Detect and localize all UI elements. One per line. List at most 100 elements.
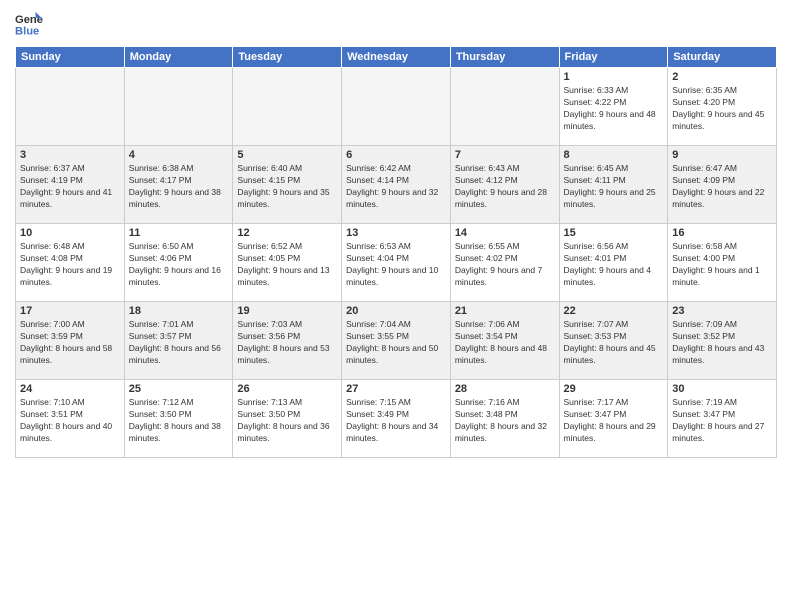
calendar-day-cell: 30 Sunrise: 7:19 AMSunset: 3:47 PMDayligh… (668, 380, 777, 458)
weekday-header: Saturday (668, 47, 777, 68)
day-number: 17 (20, 305, 120, 317)
calendar-day-cell: 8 Sunrise: 6:45 AMSunset: 4:11 PMDaylight… (559, 146, 668, 224)
calendar-day-cell: 24Sunrise: 7:10 AMSunset: 3:51 PMDayligh… (16, 380, 125, 458)
day-number: 5 (237, 149, 337, 161)
calendar-day-cell: 7 Sunrise: 6:43 AMSunset: 4:12 PMDaylight… (450, 146, 559, 224)
logo-icon: General Blue (15, 10, 43, 38)
calendar-day-cell: 9 Sunrise: 6:47 AMSunset: 4:09 PMDaylight… (668, 146, 777, 224)
day-info: Sunrise: 6:45 AMSunset: 4:11 PMDaylight:… (564, 163, 664, 211)
weekday-header: Thursday (450, 47, 559, 68)
day-number: 2 (672, 71, 772, 83)
day-info: Sunrise: 7:16 AMSunset: 3:48 PMDaylight:… (455, 397, 555, 445)
calendar-day-cell: 20Sunrise: 7:04 AMSunset: 3:55 PMDayligh… (342, 302, 451, 380)
day-info: Sunrise: 7:07 AMSunset: 3:53 PMDaylight:… (564, 319, 664, 367)
day-number: 1 (564, 71, 664, 83)
calendar-header-row: SundayMondayTuesdayWednesdayThursdayFrid… (16, 47, 777, 68)
day-info: Sunrise: 6:37 AMSunset: 4:19 PMDaylight:… (20, 163, 120, 211)
header: General Blue (15, 10, 777, 38)
day-number: 13 (346, 227, 446, 239)
day-number: 25 (129, 383, 229, 395)
calendar-day-cell: 13 Sunrise: 6:53 AMSunset: 4:04 PMDayligh… (342, 224, 451, 302)
calendar-day-cell: 19 Sunrise: 7:03 AMSunset: 3:56 PMDayligh… (233, 302, 342, 380)
day-info: Sunrise: 6:58 AMSunset: 4:00 PMDaylight:… (672, 241, 772, 289)
day-info: Sunrise: 7:00 AMSunset: 3:59 PMDaylight:… (20, 319, 120, 367)
day-number: 7 (455, 149, 555, 161)
day-info: Sunrise: 7:12 AMSunset: 3:50 PMDaylight:… (129, 397, 229, 445)
day-info: Sunrise: 7:17 AMSunset: 3:47 PMDaylight:… (564, 397, 664, 445)
calendar-week-row: 10 Sunrise: 6:48 AMSunset: 4:08 PMDayligh… (16, 224, 777, 302)
day-info: Sunrise: 7:04 AMSunset: 3:55 PMDaylight:… (346, 319, 446, 367)
day-info: Sunrise: 6:38 AMSunset: 4:17 PMDaylight:… (129, 163, 229, 211)
day-info: Sunrise: 7:01 AMSunset: 3:57 PMDaylight:… (129, 319, 229, 367)
day-info: Sunrise: 6:42 AMSunset: 4:14 PMDaylight:… (346, 163, 446, 211)
calendar-day-cell: 15Sunrise: 6:56 AMSunset: 4:01 PMDayligh… (559, 224, 668, 302)
day-number: 8 (564, 149, 664, 161)
weekday-header: Friday (559, 47, 668, 68)
calendar-day-cell: 1 Sunrise: 6:33 AMSunset: 4:22 PMDaylight… (559, 68, 668, 146)
page: General Blue SundayMondayTuesdayWednesda… (0, 0, 792, 612)
calendar-day-cell: 10 Sunrise: 6:48 AMSunset: 4:08 PMDayligh… (16, 224, 125, 302)
day-info: Sunrise: 7:13 AMSunset: 3:50 PMDaylight:… (237, 397, 337, 445)
day-info: Sunrise: 6:47 AMSunset: 4:09 PMDaylight:… (672, 163, 772, 211)
day-number: 11 (129, 227, 229, 239)
day-number: 30 (672, 383, 772, 395)
day-number: 19 (237, 305, 337, 317)
day-number: 10 (20, 227, 120, 239)
day-number: 26 (237, 383, 337, 395)
day-info: Sunrise: 6:33 AMSunset: 4:22 PMDaylight:… (564, 85, 664, 133)
day-info: Sunrise: 7:19 AMSunset: 3:47 PMDaylight:… (672, 397, 772, 445)
day-number: 12 (237, 227, 337, 239)
calendar-table: SundayMondayTuesdayWednesdayThursdayFrid… (15, 46, 777, 458)
day-info: Sunrise: 6:50 AMSunset: 4:06 PMDaylight:… (129, 241, 229, 289)
day-number: 28 (455, 383, 555, 395)
calendar-day-cell: 25 Sunrise: 7:12 AMSunset: 3:50 PMDayligh… (124, 380, 233, 458)
day-info: Sunrise: 6:35 AMSunset: 4:20 PMDaylight:… (672, 85, 772, 133)
day-number: 29 (564, 383, 664, 395)
calendar-day-cell: 3Sunrise: 6:37 AMSunset: 4:19 PMDaylight… (16, 146, 125, 224)
calendar-day-cell: 14 Sunrise: 6:55 AMSunset: 4:02 PMDayligh… (450, 224, 559, 302)
calendar-day-cell: 28 Sunrise: 7:16 AMSunset: 3:48 PMDayligh… (450, 380, 559, 458)
weekday-header: Wednesday (342, 47, 451, 68)
calendar-day-cell (16, 68, 125, 146)
day-number: 23 (672, 305, 772, 317)
calendar-day-cell: 22 Sunrise: 7:07 AMSunset: 3:53 PMDayligh… (559, 302, 668, 380)
day-info: Sunrise: 7:09 AMSunset: 3:52 PMDaylight:… (672, 319, 772, 367)
weekday-header: Monday (124, 47, 233, 68)
calendar-day-cell: 11 Sunrise: 6:50 AMSunset: 4:06 PMDayligh… (124, 224, 233, 302)
day-info: Sunrise: 7:06 AMSunset: 3:54 PMDaylight:… (455, 319, 555, 367)
day-number: 14 (455, 227, 555, 239)
calendar-day-cell: 26 Sunrise: 7:13 AMSunset: 3:50 PMDayligh… (233, 380, 342, 458)
calendar-day-cell (450, 68, 559, 146)
day-number: 22 (564, 305, 664, 317)
day-number: 21 (455, 305, 555, 317)
calendar-day-cell (233, 68, 342, 146)
calendar-day-cell: 23 Sunrise: 7:09 AMSunset: 3:52 PMDayligh… (668, 302, 777, 380)
svg-text:Blue: Blue (15, 25, 39, 37)
day-info: Sunrise: 6:53 AMSunset: 4:04 PMDaylight:… (346, 241, 446, 289)
day-number: 18 (129, 305, 229, 317)
day-number: 9 (672, 149, 772, 161)
calendar-day-cell: 29 Sunrise: 7:17 AMSunset: 3:47 PMDayligh… (559, 380, 668, 458)
day-info: Sunrise: 6:40 AMSunset: 4:15 PMDaylight:… (237, 163, 337, 211)
day-info: Sunrise: 7:15 AMSunset: 3:49 PMDaylight:… (346, 397, 446, 445)
day-info: Sunrise: 6:52 AMSunset: 4:05 PMDaylight:… (237, 241, 337, 289)
calendar-day-cell (342, 68, 451, 146)
calendar-day-cell: 18 Sunrise: 7:01 AMSunset: 3:57 PMDayligh… (124, 302, 233, 380)
day-number: 24 (20, 383, 120, 395)
day-number: 15 (564, 227, 664, 239)
calendar-week-row: 17 Sunrise: 7:00 AMSunset: 3:59 PMDayligh… (16, 302, 777, 380)
day-info: Sunrise: 6:55 AMSunset: 4:02 PMDaylight:… (455, 241, 555, 289)
weekday-header: Sunday (16, 47, 125, 68)
calendar-day-cell: 2 Sunrise: 6:35 AMSunset: 4:20 PMDaylight… (668, 68, 777, 146)
day-info: Sunrise: 7:03 AMSunset: 3:56 PMDaylight:… (237, 319, 337, 367)
calendar-day-cell: 17 Sunrise: 7:00 AMSunset: 3:59 PMDayligh… (16, 302, 125, 380)
day-info: Sunrise: 6:43 AMSunset: 4:12 PMDaylight:… (455, 163, 555, 211)
day-info: Sunrise: 6:48 AMSunset: 4:08 PMDaylight:… (20, 241, 120, 289)
calendar-day-cell: 16Sunrise: 6:58 AMSunset: 4:00 PMDayligh… (668, 224, 777, 302)
calendar-week-row: 24Sunrise: 7:10 AMSunset: 3:51 PMDayligh… (16, 380, 777, 458)
calendar-day-cell: 27 Sunrise: 7:15 AMSunset: 3:49 PMDayligh… (342, 380, 451, 458)
day-number: 27 (346, 383, 446, 395)
calendar-day-cell: 5 Sunrise: 6:40 AMSunset: 4:15 PMDaylight… (233, 146, 342, 224)
calendar-week-row: 3Sunrise: 6:37 AMSunset: 4:19 PMDaylight… (16, 146, 777, 224)
calendar-day-cell: 4Sunrise: 6:38 AMSunset: 4:17 PMDaylight… (124, 146, 233, 224)
